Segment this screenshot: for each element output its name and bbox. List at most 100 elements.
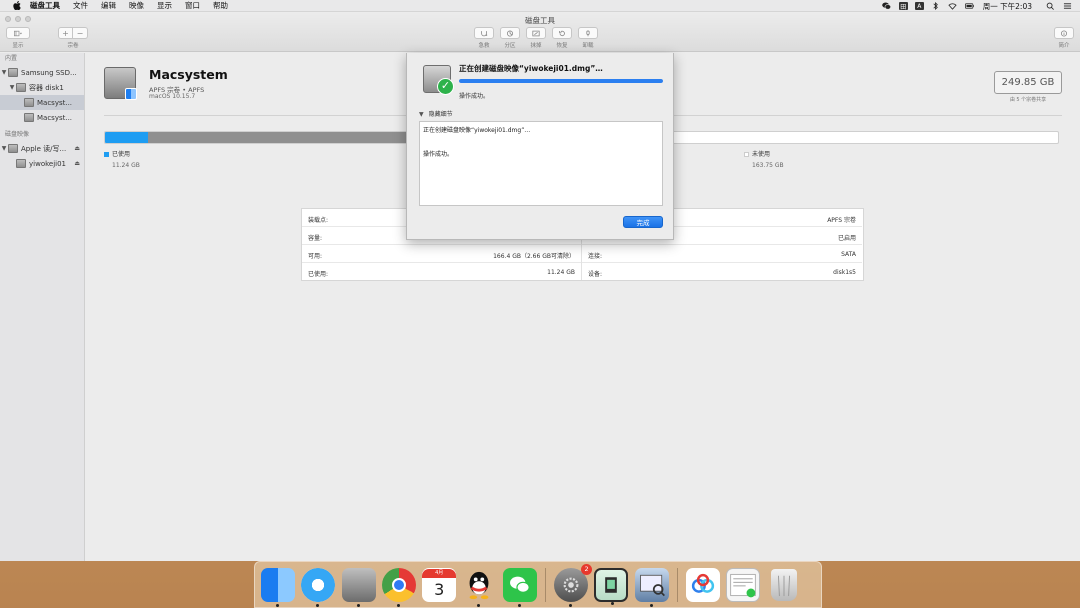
hard-disk-icon — [8, 68, 18, 77]
sidebar-item-macsystem-data[interactable]: Macsyst... — [0, 110, 84, 125]
details-log[interactable]: 正在创建磁盘映像“yiwokeji01.dmg”… 操作成功。 — [419, 121, 663, 206]
wechat-status-icon[interactable] — [882, 2, 892, 11]
sheet-status: 操作成功。 — [459, 93, 490, 100]
system-preferences-dock-icon[interactable]: 2 — [554, 563, 593, 607]
apple-menu-icon[interactable] — [12, 1, 22, 11]
log-line: 操作成功。 — [423, 151, 454, 158]
info-icon — [1060, 29, 1068, 37]
toolbar-erase-group: 抹掉 — [526, 27, 546, 49]
bluetooth-icon[interactable] — [931, 2, 941, 11]
legend-free-label: 未使用 — [752, 151, 771, 158]
partition-button[interactable] — [500, 27, 520, 39]
sidebar-item-label: Apple 读/写... — [21, 144, 67, 153]
sidebar-icon — [14, 30, 22, 36]
wifi-icon[interactable] — [948, 2, 958, 11]
menu-view[interactable]: 显示 — [157, 0, 172, 11]
disclosure-triangle-icon[interactable]: ▼ — [0, 69, 8, 76]
toolbar-restore-group: 恢复 — [552, 27, 572, 49]
legend-used-label: 已使用 — [112, 151, 131, 158]
toolbar-partition-group: 分区 — [500, 27, 520, 49]
menu-file[interactable]: 文件 — [73, 0, 88, 11]
finder-dock-icon[interactable] — [261, 567, 295, 607]
restore-label: 恢复 — [556, 43, 568, 49]
document-stack-dock-icon[interactable] — [726, 567, 761, 602]
toolbar-volume-group: + − 宗卷 — [58, 27, 88, 49]
green-app-dock-icon[interactable] — [594, 567, 629, 605]
eject-icon[interactable]: ⏏ — [74, 145, 80, 152]
finder-badge-icon — [125, 88, 137, 100]
legend-free-size: 163.75 GB — [752, 162, 784, 169]
eject-icon[interactable]: ⏏ — [74, 160, 80, 167]
disclosure-triangle-icon: ▼ — [419, 111, 424, 118]
baidu-netdisk-dock-icon[interactable] — [685, 567, 720, 602]
volume-disk-icon — [16, 159, 26, 168]
erase-label: 抹掉 — [530, 43, 542, 49]
first-aid-button[interactable] — [474, 27, 494, 39]
menu-image[interactable]: 映像 — [129, 0, 144, 11]
menu-clock[interactable]: 周一 下午2:03 — [983, 1, 1032, 12]
restore-button[interactable] — [552, 27, 572, 39]
sheet-title: 正在创建磁盘映像“yiwokeji01.dmg”… — [459, 64, 603, 73]
battery-icon[interactable] — [965, 2, 975, 11]
capacity-shared-note: 由 5 个宗卷共享 — [1009, 97, 1047, 103]
unmount-label: 卸载 — [582, 43, 594, 49]
unmount-button[interactable] — [578, 27, 598, 39]
chrome-dock-icon[interactable] — [381, 567, 416, 607]
toolbar-view-group: 显示 — [6, 27, 30, 49]
volume-disk-icon — [24, 113, 34, 122]
add-volume-button[interactable]: + — [58, 27, 73, 39]
disk-image-icon — [8, 144, 18, 153]
hide-details-toggle[interactable]: ▼ 隐藏细节 — [419, 109, 453, 118]
remove-volume-button[interactable]: − — [73, 27, 88, 39]
info-row-device: 设备: disk1s5 — [588, 269, 856, 278]
spotlight-search-icon[interactable] — [1045, 2, 1055, 11]
menu-window[interactable]: 窗口 — [185, 0, 200, 11]
keyboard-layout-icon[interactable]: A — [914, 2, 924, 10]
volume-capacity-badge: 249.85 GB — [994, 71, 1062, 94]
erase-button[interactable] — [526, 27, 546, 39]
erase-icon — [532, 30, 540, 36]
wechat-dock-icon[interactable] — [502, 567, 537, 607]
sidebar-item-label: Macsyst... — [37, 113, 73, 122]
calendar-dock-icon[interactable]: 4月 3 — [422, 567, 457, 602]
sidebar-item-samsung-ssd[interactable]: ▼ Samsung SSD... — [0, 65, 84, 80]
disk-utility-dock-icon[interactable] — [341, 567, 376, 607]
unmount-icon — [586, 30, 590, 36]
info-label: 简介 — [1058, 43, 1070, 49]
sidebar-item-apple-rw-image[interactable]: ▼ Apple 读/写... ⏏ — [0, 141, 84, 156]
window-titlebar: 磁盘工具 显示 + − 宗卷 急救 分区 抹掉 恢复 卸载 简介 — [0, 12, 1080, 52]
safari-dock-icon[interactable] — [301, 567, 336, 607]
legend-used-size: 11.24 GB — [112, 162, 140, 169]
create-image-progress-sheet: ✓ 正在创建磁盘映像“yiwokeji01.dmg”… 操作成功。 ▼ 隐藏细节 … — [406, 53, 674, 240]
details-toggle-label: 隐藏细节 — [428, 111, 453, 118]
sidebar-images-header: 磁盘映像 — [5, 131, 30, 138]
progress-fill — [459, 79, 663, 83]
sidebar-item-container-disk1[interactable]: ▼ 容器 disk1 — [0, 80, 84, 95]
stethoscope-icon — [481, 30, 488, 36]
menu-help[interactable]: 帮助 — [213, 0, 228, 11]
sidebar-internal-header: 内置 — [5, 55, 18, 62]
disclosure-triangle-icon[interactable]: ▼ — [0, 145, 8, 152]
preview-dock-icon[interactable] — [634, 567, 669, 607]
dock: 4月 3 2 — [254, 561, 822, 608]
done-button[interactable]: 完成 — [623, 216, 663, 228]
menu-app-name[interactable]: 磁盘工具 — [30, 0, 60, 11]
volume-hard-disk-icon — [104, 67, 137, 100]
input-method-icon[interactable]: 田 — [898, 2, 908, 11]
notification-center-icon[interactable] — [1062, 2, 1072, 11]
disclosure-triangle-icon[interactable]: ▼ — [8, 84, 16, 91]
info-button[interactable] — [1054, 27, 1074, 39]
restore-icon — [559, 30, 565, 36]
calendar-month: 4月 — [422, 568, 457, 578]
sidebar-item-yiwokeji01[interactable]: yiwokeji01 ⏏ — [0, 156, 84, 171]
sidebar-item-macsystem-selected[interactable]: Macsyst... — [0, 95, 84, 110]
trash-dock-icon[interactable] — [770, 568, 797, 601]
used-swatch-icon — [104, 152, 109, 157]
view-toggle-button[interactable] — [6, 27, 30, 39]
qq-dock-icon[interactable] — [462, 568, 496, 607]
usage-used-segment — [105, 132, 148, 143]
dock-separator — [545, 567, 547, 602]
menu-bar: 磁盘工具 文件 编辑 映像 显示 窗口 帮助 田 A 周一 下午2:03 — [0, 0, 1080, 12]
menu-edit[interactable]: 编辑 — [101, 0, 116, 11]
